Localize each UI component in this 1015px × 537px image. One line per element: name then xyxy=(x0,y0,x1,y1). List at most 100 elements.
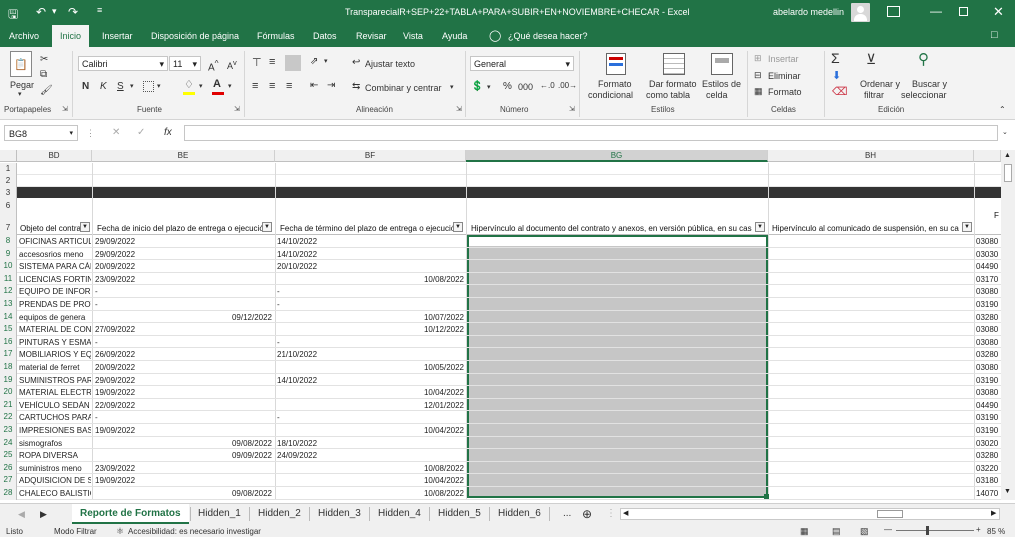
scroll-up-icon[interactable]: ▲ xyxy=(1004,152,1011,159)
scroll-left-icon[interactable]: ◀ xyxy=(623,509,628,517)
currency-dropdown-icon[interactable]: ▾ xyxy=(487,83,491,91)
row-header[interactable]: 2 xyxy=(0,175,17,187)
cell-bi[interactable]: 03170 xyxy=(976,275,1001,284)
page-layout-icon[interactable]: ▤ xyxy=(832,526,841,537)
borders-dropdown-icon[interactable]: ▾ xyxy=(157,82,161,90)
cancel-entry-icon[interactable]: ✕ xyxy=(112,127,120,138)
formula-input[interactable] xyxy=(184,125,998,141)
format-as-table-icon[interactable] xyxy=(663,53,685,75)
selected-range[interactable] xyxy=(467,235,768,498)
tab-disposicion[interactable]: Disposición de página xyxy=(151,31,239,41)
cell-objeto[interactable]: material de ferret xyxy=(19,363,91,372)
cell-fecha-termino[interactable]: 14/10/2022 xyxy=(277,250,357,259)
font-launcher-icon[interactable]: ⇲ xyxy=(234,105,240,113)
undo-dropdown-icon[interactable]: ▾ xyxy=(52,6,57,17)
row-header[interactable]: 24 xyxy=(0,436,17,450)
column-header-bg[interactable]: BG xyxy=(466,150,768,162)
row-header[interactable]: 10 xyxy=(0,260,17,273)
format-as-table-label-1[interactable]: Dar formato xyxy=(649,79,697,89)
italic-button[interactable]: K xyxy=(100,81,107,92)
sort-filter-icon[interactable]: ⊻ xyxy=(866,51,876,68)
format-painter-icon[interactable]: 🖌 xyxy=(40,85,53,96)
paste-icon[interactable]: 📋 xyxy=(10,51,32,77)
cell-fecha-inicio-right[interactable]: 09/09/2022 xyxy=(190,451,272,460)
increase-font-icon[interactable]: A^ xyxy=(208,58,219,73)
row-header[interactable]: 26 xyxy=(0,461,17,475)
cell-bi[interactable]: 03020 xyxy=(976,439,1001,448)
undo-icon[interactable]: ↶ xyxy=(36,5,46,19)
cell-bi[interactable]: 04490 xyxy=(976,401,1001,410)
cell-objeto[interactable]: OFICINAS ARTICULO xyxy=(19,237,91,246)
row-header[interactable]: 8 xyxy=(0,235,17,248)
insert-cells-button[interactable]: Insertar xyxy=(768,54,799,64)
close-icon[interactable]: ✕ xyxy=(993,4,1004,20)
tab-ayuda[interactable]: Ayuda xyxy=(442,31,467,41)
cell-bi[interactable]: 03280 xyxy=(976,313,1001,322)
align-top-icon[interactable]: ⊤ xyxy=(252,56,262,69)
cell-bi[interactable]: 03080 xyxy=(976,388,1001,397)
cell-styles-label-2[interactable]: celda xyxy=(706,90,728,100)
increase-decimal-icon[interactable]: ←.0 xyxy=(540,81,555,90)
user-name[interactable]: abelardo medellin xyxy=(773,7,844,17)
row-header[interactable]: 14 xyxy=(0,310,17,324)
scroll-right-icon[interactable]: ▶ xyxy=(991,509,996,517)
sheet-tab-hidden6[interactable]: Hidden_6 xyxy=(498,504,541,524)
cell-fecha-termino[interactable]: 21/10/2022 xyxy=(277,350,357,359)
tab-vista[interactable]: Vista xyxy=(403,31,423,41)
cell-fecha-inicio[interactable]: 19/09/2022 xyxy=(95,426,175,435)
sheet-tab-reporte[interactable]: Reporte de Formatos xyxy=(72,504,189,524)
font-name-select[interactable]: Calibri ▾ xyxy=(78,56,168,71)
fill-icon[interactable]: ⬇ xyxy=(832,69,841,82)
vertical-scrollbar[interactable]: ▲ ▼ xyxy=(1001,150,1015,500)
tab-inicio[interactable]: Inicio xyxy=(52,25,90,47)
filter-dropdown-icon[interactable]: ▼ xyxy=(453,222,463,232)
cell-objeto[interactable]: VEHÍCULO SEDÁN xyxy=(19,401,91,410)
normal-view-icon[interactable]: ▦ xyxy=(800,526,809,537)
align-center-icon[interactable]: ≡ xyxy=(269,80,275,92)
format-as-table-label-2[interactable]: como tabla xyxy=(646,90,690,100)
row-header[interactable]: 17 xyxy=(0,348,17,361)
wrap-text-button[interactable]: Ajustar texto xyxy=(365,59,415,69)
cell-fecha-termino[interactable]: 14/10/2022 xyxy=(277,237,357,246)
cell-fecha-inicio[interactable]: 23/09/2022 xyxy=(95,275,175,284)
cell-objeto[interactable]: MATERIAL ELECTRIC xyxy=(19,388,91,397)
redo-icon[interactable]: ↷ xyxy=(68,5,78,19)
merge-dropdown-icon[interactable]: ▾ xyxy=(450,83,454,91)
row-header[interactable]: 6 xyxy=(0,199,17,213)
cell-fecha-termino-right[interactable]: 10/12/2022 xyxy=(380,325,464,334)
row-header[interactable]: 12 xyxy=(0,285,17,298)
cell-bi[interactable]: 03080 xyxy=(976,363,1001,372)
merge-center-button[interactable]: Combinar y centrar xyxy=(365,83,442,93)
filter-dropdown-icon[interactable]: ▼ xyxy=(262,222,272,232)
cell-fecha-inicio[interactable]: 29/09/2022 xyxy=(95,237,175,246)
clear-icon[interactable]: ⌫ xyxy=(832,85,848,98)
cell-objeto[interactable]: CARTUCHOS PARA I xyxy=(19,413,91,422)
column-header-bd[interactable]: BD xyxy=(17,150,92,162)
cell-objeto[interactable]: MATERIAL DE CONS xyxy=(19,325,91,334)
row-header[interactable]: 20 xyxy=(0,386,17,399)
cell-bi[interactable]: 03190 xyxy=(976,426,1001,435)
cell-objeto[interactable]: sismografos xyxy=(19,439,91,448)
prev-sheet-icon[interactable]: ◀ xyxy=(18,504,25,524)
avatar[interactable] xyxy=(851,3,870,22)
page-break-icon[interactable]: ▧ xyxy=(860,526,869,537)
conditional-format-label-2[interactable]: condicional xyxy=(588,90,633,100)
cell-fecha-termino-right[interactable]: 12/01/2022 xyxy=(380,401,464,410)
more-sheets-button[interactable]: ... xyxy=(563,504,571,524)
cell-fecha-inicio[interactable]: 19/09/2022 xyxy=(95,388,175,397)
cell-objeto[interactable]: suministros meno xyxy=(19,464,91,473)
sheet-tab-hidden5[interactable]: Hidden_5 xyxy=(438,504,481,524)
cell-objeto[interactable]: IMPRESIONES BASI xyxy=(19,426,91,435)
decrease-indent-icon[interactable]: ⇤ xyxy=(310,80,318,91)
fill-color-icon[interactable]: ♢ xyxy=(184,78,194,91)
cell-objeto[interactable]: LICENCIAS FORTINE xyxy=(19,275,91,284)
cell-fecha-inicio[interactable]: 22/09/2022 xyxy=(95,401,175,410)
column-header-bi[interactable] xyxy=(974,150,1001,162)
horizontal-scrollbar[interactable]: ◀ ▶ xyxy=(620,508,1000,520)
row-header[interactable]: 1 xyxy=(0,163,17,175)
borders-icon[interactable] xyxy=(143,81,154,92)
cell-objeto[interactable]: SISTEMA PARA CÁM xyxy=(19,262,91,271)
sheet-tab-hidden4[interactable]: Hidden_4 xyxy=(378,504,421,524)
autosum-icon[interactable]: Σ xyxy=(831,50,840,66)
format-cells-button[interactable]: Formato xyxy=(768,87,802,97)
